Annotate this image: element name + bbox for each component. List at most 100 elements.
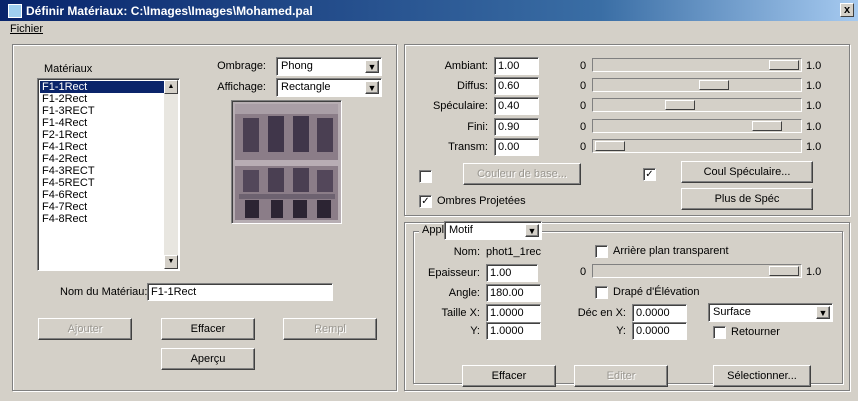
flip-checkbox[interactable]: [713, 326, 726, 339]
base-color-button[interactable]: Couleur de base...: [463, 163, 581, 185]
map-slider-max: 1.0: [806, 266, 822, 278]
property-slider-thumb[interactable]: [699, 80, 730, 90]
map-slider-min: 0: [580, 266, 587, 278]
preview-button[interactable]: Aperçu: [161, 348, 255, 370]
property-max: 1.0: [806, 100, 822, 112]
angle-label: Angle:: [448, 287, 480, 299]
property-input[interactable]: 0.00: [494, 138, 539, 156]
size-x-label: Taille X:: [441, 307, 480, 319]
add-button[interactable]: Ajouter: [38, 318, 132, 340]
list-item[interactable]: F4-2Rect: [40, 153, 164, 165]
list-item[interactable]: F4-7Rect: [40, 201, 164, 213]
appli-value: Motif: [449, 224, 473, 236]
materials-list-label: Matériaux: [44, 63, 93, 75]
chevron-down-icon[interactable]: ▼: [816, 306, 830, 319]
scroll-down-icon[interactable]: ▼: [164, 255, 178, 269]
specular-color-checkbox[interactable]: ✓: [643, 168, 656, 181]
list-item[interactable]: F4-8Rect: [40, 213, 164, 225]
offset-x-input[interactable]: 0.0000: [632, 304, 687, 322]
property-min: 0: [580, 80, 587, 92]
property-slider-thumb[interactable]: [595, 141, 625, 151]
list-item[interactable]: F1-3RECT: [40, 105, 164, 117]
shading-select[interactable]: Phong ▼: [276, 57, 382, 76]
materials-list[interactable]: F1-1Rect F1-2Rect F1-3RECT F1-4Rect F2-1Rect…: [40, 81, 164, 267]
list-item[interactable]: F2-1Rect: [40, 129, 164, 141]
thickness-label: Epaisseur:: [428, 267, 480, 279]
surface-value: Surface: [713, 306, 751, 318]
chevron-down-icon[interactable]: ▼: [365, 60, 379, 73]
list-item[interactable]: F4-6Rect: [40, 189, 164, 201]
thickness-input[interactable]: 1.00: [486, 264, 538, 282]
material-name-label: Nom du Matériau:: [60, 286, 148, 298]
size-y-label: Y:: [470, 325, 480, 337]
app-icon: [8, 3, 22, 18]
map-slider[interactable]: [592, 264, 802, 278]
list-item[interactable]: F4-1Rect: [40, 141, 164, 153]
property-slider-thumb[interactable]: [664, 100, 695, 110]
property-min: 0: [580, 60, 587, 72]
shadows-label: Ombres Projetées: [437, 195, 526, 207]
property-input[interactable]: 0.90: [494, 118, 539, 136]
delete-material-button[interactable]: Effacer: [161, 318, 255, 340]
scroll-up-icon[interactable]: ▲: [164, 80, 178, 94]
offset-y-input[interactable]: 0.0000: [632, 322, 687, 340]
base-color-checkbox[interactable]: [419, 170, 432, 183]
flip-label: Retourner: [731, 326, 780, 338]
list-item[interactable]: F1-1Rect: [40, 81, 164, 93]
property-min: 0: [580, 100, 587, 112]
property-input[interactable]: 1.00: [494, 57, 539, 75]
property-slider[interactable]: [592, 78, 802, 92]
list-scrollbar[interactable]: ▲ ▼: [164, 80, 178, 269]
materials-listbox[interactable]: F1-1Rect F1-2Rect F1-3RECT F1-4Rect F2-1Rect…: [37, 78, 180, 271]
shadows-checkbox[interactable]: ✓: [419, 195, 432, 208]
property-input[interactable]: 0.60: [494, 77, 539, 95]
map-name-value: phot1_1rec: [486, 246, 542, 258]
property-slider-thumb[interactable]: [751, 121, 782, 131]
more-specular-button[interactable]: Plus de Spéc: [681, 188, 813, 210]
delete-map-button[interactable]: Effacer: [462, 365, 556, 387]
window-title: Définir Matériaux: C:\Images\Images\Moha…: [26, 3, 313, 18]
display-value: Rectangle: [281, 81, 331, 93]
property-max: 1.0: [806, 121, 822, 133]
title-bar: Définir Matériaux: C:\Images\Images\Moha…: [0, 0, 858, 21]
size-x-input[interactable]: 1.0000: [486, 304, 541, 322]
property-slider[interactable]: [592, 139, 802, 153]
list-item[interactable]: F1-2Rect: [40, 93, 164, 105]
chevron-down-icon[interactable]: ▼: [365, 81, 379, 94]
property-slider[interactable]: [592, 98, 802, 112]
angle-input[interactable]: 180.00: [486, 284, 541, 302]
close-icon[interactable]: x: [840, 3, 854, 17]
property-min: 0: [580, 141, 587, 153]
property-slider[interactable]: [592, 58, 802, 72]
select-button[interactable]: Sélectionner...: [713, 365, 811, 387]
backplane-label: Arrière plan transparent: [613, 245, 729, 257]
list-item[interactable]: F1-4Rect: [40, 117, 164, 129]
drape-checkbox[interactable]: [595, 286, 608, 299]
display-label: Affichage:: [217, 81, 266, 93]
material-name-input[interactable]: F1-1Rect: [147, 283, 333, 301]
map-slider-thumb[interactable]: [769, 266, 799, 276]
offset-y-label: Y:: [616, 325, 626, 337]
list-item[interactable]: F4-3RECT: [40, 165, 164, 177]
property-label: Ambiant:: [444, 60, 488, 72]
surface-select[interactable]: Surface ▼: [708, 303, 833, 322]
menu-bar: Fichier: [0, 21, 858, 39]
material-preview: [231, 100, 342, 224]
fill-button[interactable]: Rempl: [283, 318, 377, 340]
property-min: 0: [580, 121, 587, 133]
menu-file[interactable]: Fichier: [10, 23, 43, 35]
edit-button[interactable]: Editer: [574, 365, 668, 387]
list-item[interactable]: F4-5RECT: [40, 177, 164, 189]
display-select[interactable]: Rectangle ▼: [276, 78, 382, 97]
size-y-input[interactable]: 1.0000: [486, 322, 541, 340]
specular-color-button[interactable]: Coul Spéculaire...: [681, 161, 813, 183]
property-input[interactable]: 0.40: [494, 97, 539, 115]
property-slider[interactable]: [592, 119, 802, 133]
shading-value: Phong: [281, 60, 313, 72]
backplane-checkbox[interactable]: [595, 245, 608, 258]
appli-select[interactable]: Motif ▼: [444, 221, 542, 240]
property-max: 1.0: [806, 80, 822, 92]
property-label: Spéculaire:: [432, 100, 488, 112]
chevron-down-icon[interactable]: ▼: [525, 224, 539, 237]
property-slider-thumb[interactable]: [769, 60, 799, 70]
